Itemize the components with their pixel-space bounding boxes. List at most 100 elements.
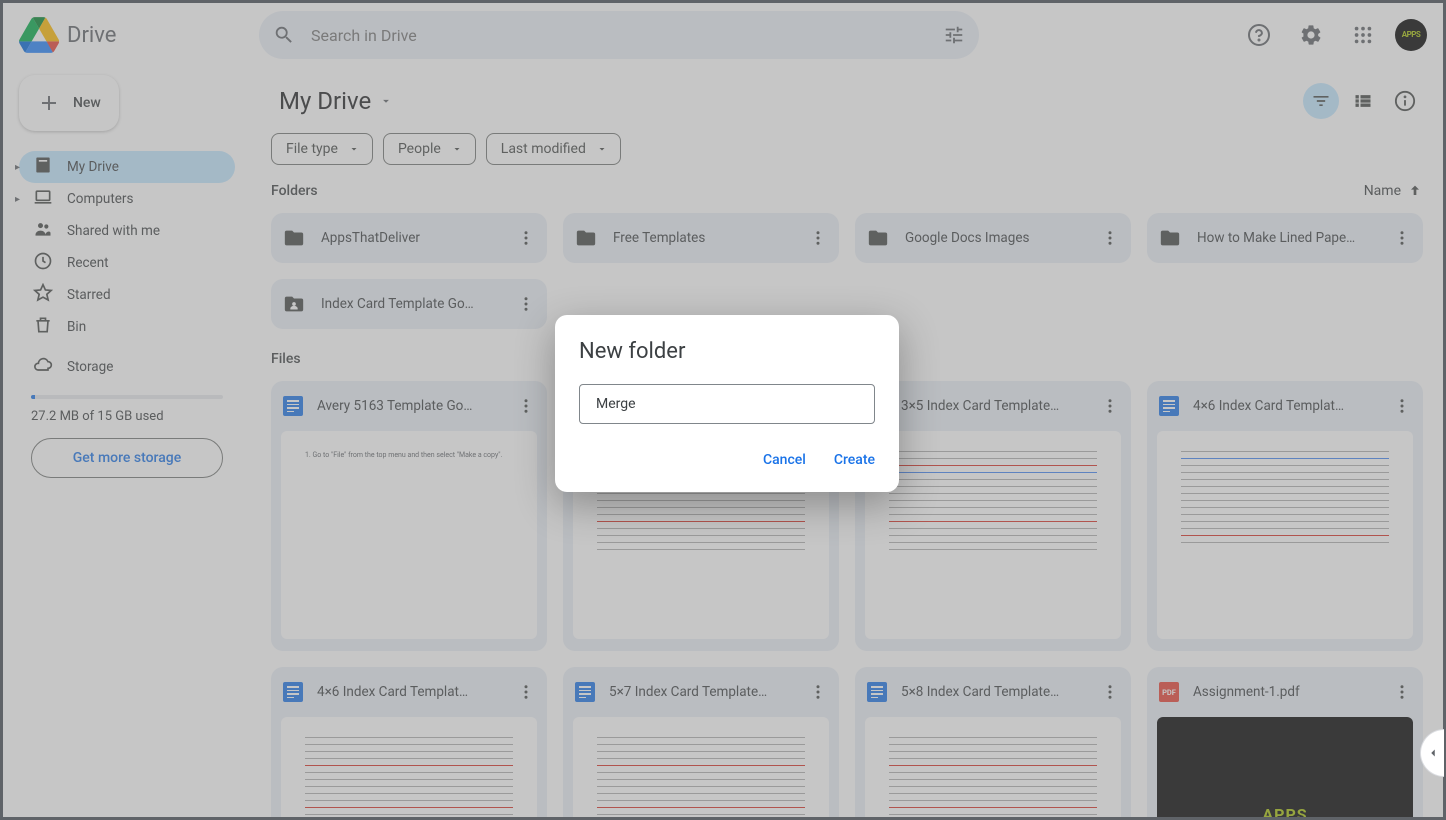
file-card[interactable]: 4×6 Index Card Templat…	[1147, 381, 1423, 651]
thumbnail	[865, 717, 1121, 817]
dialog-actions: Cancel Create	[579, 452, 875, 468]
more-icon[interactable]	[1393, 229, 1411, 247]
filter-button[interactable]	[1303, 83, 1339, 119]
caret-down-icon	[379, 94, 393, 108]
more-icon[interactable]	[1101, 683, 1119, 701]
folder-card[interactable]: Free Templates	[563, 213, 839, 263]
sort-button[interactable]: Name	[1364, 183, 1423, 199]
nav-label: My Drive	[67, 159, 119, 175]
file-card[interactable]: 4×6 Index Card Templat…	[271, 667, 547, 817]
thumbnail	[573, 717, 829, 817]
new-folder-dialog: New folder Cancel Create	[555, 315, 899, 492]
more-icon[interactable]	[1101, 397, 1119, 415]
list-view-button[interactable]	[1345, 83, 1381, 119]
more-icon[interactable]	[517, 229, 535, 247]
shared-folder-icon	[283, 293, 305, 315]
more-icon[interactable]	[1393, 683, 1411, 701]
chip-file-type[interactable]: File type	[271, 133, 373, 165]
docs-icon	[867, 682, 887, 702]
file-head: 4×6 Index Card Templat…	[1147, 381, 1423, 431]
filter-icon	[1311, 91, 1331, 111]
more-icon[interactable]	[809, 683, 827, 701]
path-button[interactable]: My Drive	[271, 83, 401, 119]
create-button[interactable]: Create	[834, 452, 875, 468]
folder-name: Index Card Template Go…	[321, 296, 501, 312]
search-input[interactable]	[311, 26, 927, 45]
nav-label: Storage	[67, 359, 113, 375]
docs-icon	[283, 682, 303, 702]
expand-icon[interactable]: ▸	[15, 194, 20, 205]
app-name: Drive	[67, 23, 116, 48]
cancel-button[interactable]: Cancel	[763, 452, 806, 468]
folder-name: Free Templates	[613, 230, 793, 246]
nav-label: Starred	[67, 287, 111, 303]
sidebar-item-starred[interactable]: Starred	[19, 279, 235, 311]
folder-icon	[1159, 227, 1181, 249]
gear-icon	[1299, 23, 1323, 47]
file-head: 4×6 Index Card Templat…	[271, 667, 547, 717]
help-icon	[1247, 23, 1271, 47]
file-name: Assignment-1.pdf	[1193, 684, 1379, 700]
get-storage-button[interactable]: Get more storage	[31, 438, 223, 478]
docs-icon	[1159, 396, 1179, 416]
storage: 27.2 MB of 15 GB used Get more storage	[19, 395, 235, 478]
file-name: 3×5 Index Card Template…	[901, 398, 1087, 414]
more-icon[interactable]	[517, 397, 535, 415]
more-icon[interactable]	[517, 683, 535, 701]
chevron-left-icon	[1426, 746, 1440, 760]
nav-label: Bin	[67, 319, 86, 335]
new-button[interactable]: New	[19, 75, 119, 131]
file-card[interactable]: Avery 5163 Template Go…1. Go to "File" f…	[271, 381, 547, 651]
file-head: 5×7 Index Card Template…	[563, 667, 839, 717]
help-button[interactable]	[1239, 15, 1279, 55]
sidebar-item-my-drive[interactable]: ▸My Drive	[19, 151, 235, 183]
folder-name: How to Make Lined Pape…	[1197, 230, 1377, 246]
folder-card[interactable]: AppsThatDeliver	[271, 213, 547, 263]
more-icon[interactable]	[1101, 229, 1119, 247]
nav-icon	[33, 187, 53, 211]
tune-icon[interactable]	[943, 24, 965, 46]
thumbnail: APPSthat deliver	[1157, 717, 1413, 817]
folder-card[interactable]: How to Make Lined Pape…	[1147, 213, 1423, 263]
file-head: PDFAssignment-1.pdf	[1147, 667, 1423, 717]
info-button[interactable]	[1387, 83, 1423, 119]
folder-card[interactable]: Google Docs Images	[855, 213, 1131, 263]
file-card[interactable]: 5×8 Index Card Template…	[855, 667, 1131, 817]
avatar[interactable]: APPS	[1395, 19, 1427, 51]
file-card[interactable]: PDFAssignment-1.pdfAPPSthat deliver	[1147, 667, 1423, 817]
file-name: 5×7 Index Card Template…	[609, 684, 795, 700]
more-icon[interactable]	[517, 295, 535, 313]
thumbnail	[865, 431, 1121, 639]
file-name: 4×6 Index Card Templat…	[317, 684, 503, 700]
apps-grid-icon	[1352, 24, 1374, 46]
search-bar[interactable]	[259, 11, 979, 59]
drive-logo-icon	[19, 15, 59, 55]
more-icon[interactable]	[1393, 397, 1411, 415]
caret-down-icon	[348, 143, 360, 155]
nav-label: Shared with me	[67, 223, 160, 239]
file-name: 5×8 Index Card Template…	[901, 684, 1087, 700]
sidebar-item-storage[interactable]: Storage	[19, 351, 235, 383]
header: Drive APPS	[3, 3, 1443, 67]
settings-button[interactable]	[1291, 15, 1331, 55]
chips: File type People Last modified	[271, 133, 1423, 165]
more-icon[interactable]	[809, 229, 827, 247]
caret-down-icon	[451, 143, 463, 155]
chip-last-modified[interactable]: Last modified	[486, 133, 621, 165]
storage-bar	[31, 395, 223, 399]
apps-button[interactable]	[1343, 15, 1383, 55]
sidebar-item-shared-with-me[interactable]: Shared with me	[19, 215, 235, 247]
storage-text: 27.2 MB of 15 GB used	[31, 409, 223, 424]
folder-card[interactable]: Index Card Template Go…	[271, 279, 547, 329]
file-card[interactable]: 5×7 Index Card Template…	[563, 667, 839, 817]
sidebar-item-computers[interactable]: ▸Computers	[19, 183, 235, 215]
sidebar-item-recent[interactable]: Recent	[19, 247, 235, 279]
docs-icon	[575, 682, 595, 702]
folder-name-input[interactable]	[579, 384, 875, 424]
sort-label: Name	[1364, 183, 1401, 199]
path-row: My Drive	[271, 83, 1423, 119]
logo-area[interactable]: Drive	[19, 15, 251, 55]
chip-people[interactable]: People	[383, 133, 476, 165]
sidebar-item-bin[interactable]: Bin	[19, 311, 235, 343]
expand-icon[interactable]: ▸	[15, 162, 20, 173]
